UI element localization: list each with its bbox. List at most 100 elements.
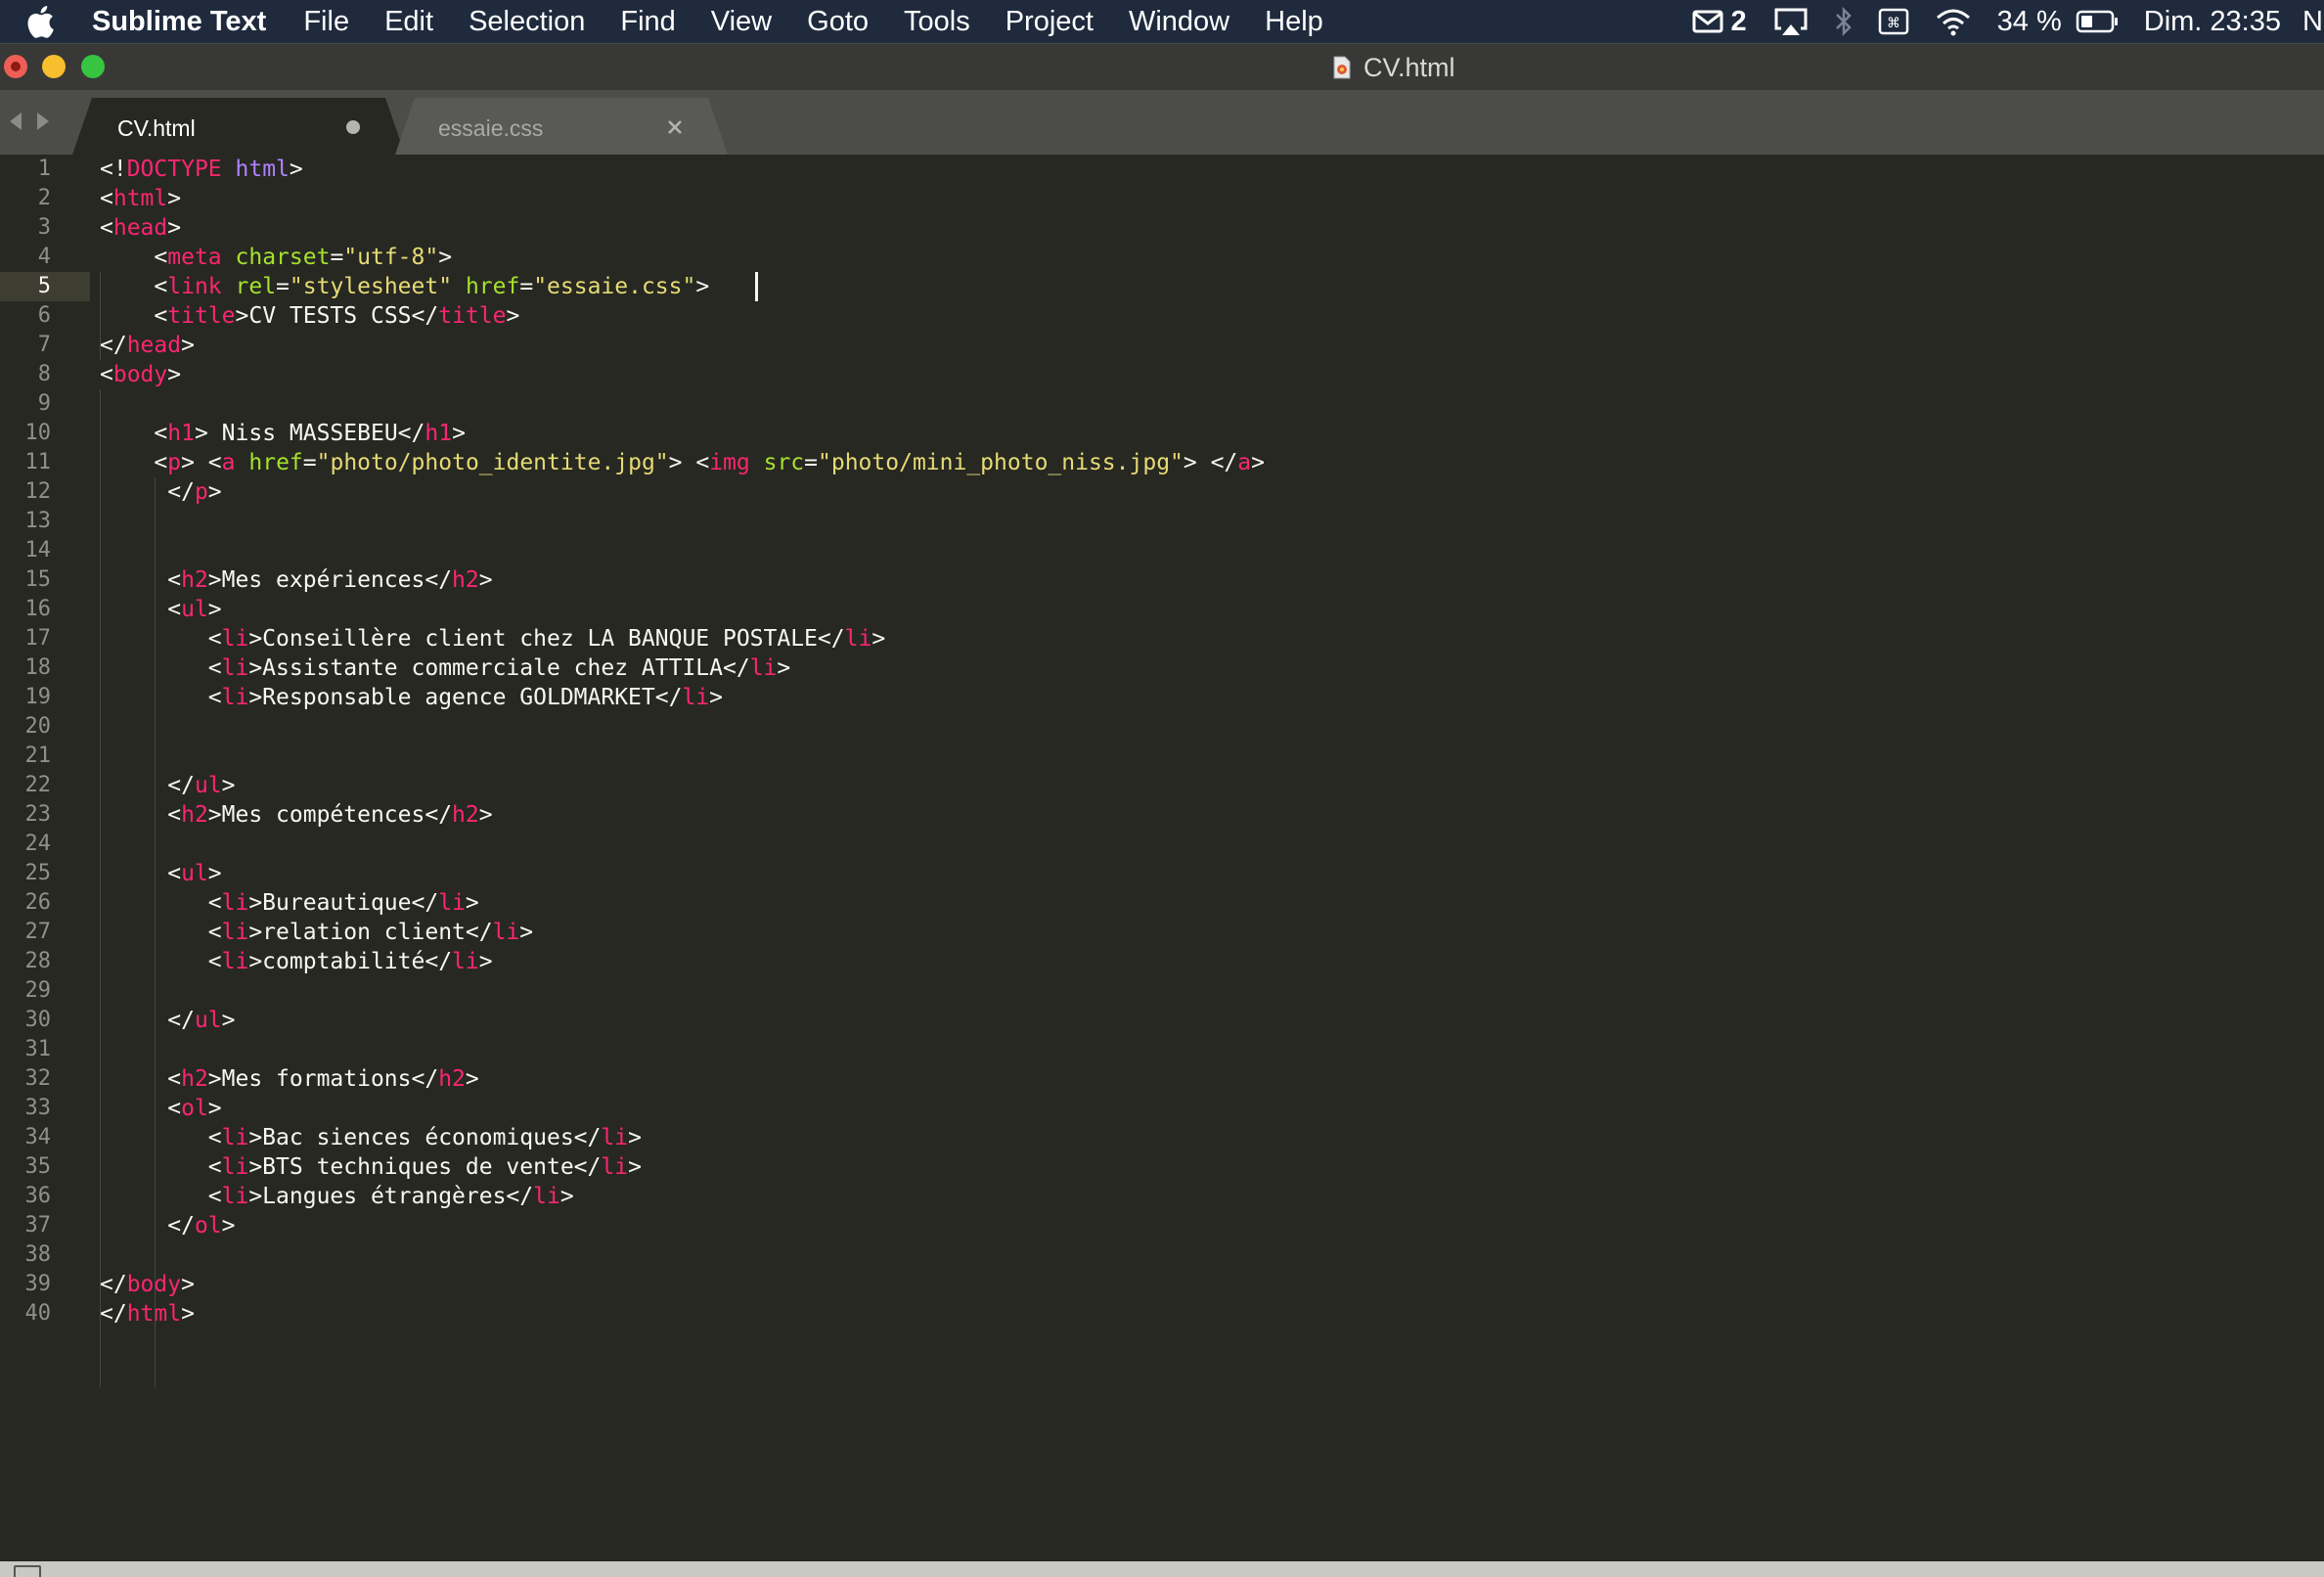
forward-arrow-icon[interactable] xyxy=(35,112,51,131)
apple-icon[interactable] xyxy=(25,5,55,38)
line-number[interactable]: 32 xyxy=(0,1064,90,1094)
close-tab-icon[interactable] xyxy=(667,119,683,135)
line-number[interactable]: 8 xyxy=(0,360,90,389)
battery-icon[interactable] xyxy=(2076,9,2119,34)
line-number[interactable]: 22 xyxy=(0,771,90,800)
menu-tools[interactable]: Tools xyxy=(904,6,970,38)
window-zoom-button[interactable] xyxy=(81,55,105,78)
airplay-icon[interactable] xyxy=(1772,7,1810,36)
panel-toggle-icon[interactable] xyxy=(14,1565,41,1577)
line-number[interactable]: 2 xyxy=(0,184,90,213)
code-line[interactable]: <h2>Mes formations</h2> xyxy=(100,1064,1265,1094)
line-number[interactable]: 15 xyxy=(0,565,90,595)
bluetooth-icon[interactable] xyxy=(1835,7,1853,36)
keyboard-icon[interactable]: ⌘ xyxy=(1878,8,1909,35)
code-line[interactable] xyxy=(100,830,1265,859)
menu-goto[interactable]: Goto xyxy=(807,6,869,38)
line-number[interactable]: 23 xyxy=(0,800,90,830)
line-number[interactable]: 16 xyxy=(0,595,90,624)
unsaved-dot-icon[interactable] xyxy=(346,120,360,134)
battery-percent[interactable]: 34 % xyxy=(1997,6,2062,38)
line-number[interactable]: 25 xyxy=(0,859,90,888)
line-number[interactable]: 3 xyxy=(0,213,90,243)
code-line[interactable] xyxy=(100,976,1265,1006)
line-number[interactable]: 35 xyxy=(0,1152,90,1182)
menu-edit[interactable]: Edit xyxy=(384,6,433,38)
menu-app-name[interactable]: Sublime Text xyxy=(92,6,266,38)
code-line[interactable]: <li>Langues étrangères</li> xyxy=(100,1182,1265,1211)
menu-window[interactable]: Window xyxy=(1129,6,1229,38)
code-line[interactable]: <li>Bac siences économiques</li> xyxy=(100,1123,1265,1152)
line-number[interactable]: 12 xyxy=(0,477,90,507)
mail-status[interactable]: 2 xyxy=(1692,6,1747,38)
menu-project[interactable]: Project xyxy=(1006,6,1094,38)
code-line[interactable] xyxy=(100,507,1265,536)
code-line[interactable] xyxy=(100,1240,1265,1270)
line-number[interactable]: 33 xyxy=(0,1094,90,1123)
line-number[interactable]: 38 xyxy=(0,1240,90,1270)
line-number[interactable]: 5 xyxy=(0,272,90,301)
line-number[interactable]: 40 xyxy=(0,1299,90,1329)
code-line[interactable]: <!DOCTYPE html> xyxy=(100,155,1265,184)
code-line[interactable]: <li>BTS techniques de vente</li> xyxy=(100,1152,1265,1182)
code-line[interactable] xyxy=(100,712,1265,742)
line-number[interactable]: 4 xyxy=(0,243,90,272)
line-number[interactable]: 13 xyxy=(0,507,90,536)
code-line[interactable]: <ul> xyxy=(100,595,1265,624)
line-number[interactable]: 36 xyxy=(0,1182,90,1211)
line-number[interactable]: 18 xyxy=(0,653,90,683)
code-line[interactable]: <li>comptabilité</li> xyxy=(100,947,1265,976)
code-line[interactable]: <link rel="stylesheet" href="essaie.css"… xyxy=(100,272,1265,301)
code-line[interactable]: <html> xyxy=(100,184,1265,213)
code-line[interactable]: <h2>Mes expériences</h2> xyxy=(100,565,1265,595)
line-number[interactable]: 31 xyxy=(0,1035,90,1064)
code-line[interactable] xyxy=(100,389,1265,419)
line-number[interactable]: 28 xyxy=(0,947,90,976)
line-number[interactable]: 27 xyxy=(0,918,90,947)
code-line[interactable]: </html> xyxy=(100,1299,1265,1329)
code-editor[interactable]: 1 2 3 4 5 6 7 8 9 10 11 12 13 14 15 16 17 18 19 20 21 22 23 24 2… xyxy=(0,155,2324,1561)
menu-find[interactable]: Find xyxy=(620,6,675,38)
menu-view[interactable]: View xyxy=(711,6,772,38)
tab-essaie-css[interactable]: essaie.css xyxy=(395,98,728,155)
wifi-icon[interactable] xyxy=(1935,7,1972,36)
code-line[interactable]: <h1> Niss MASSEBEU</h1> xyxy=(100,419,1265,448)
line-number[interactable]: 14 xyxy=(0,536,90,565)
line-number[interactable]: 6 xyxy=(0,301,90,331)
line-number[interactable]: 34 xyxy=(0,1123,90,1152)
line-number[interactable]: 30 xyxy=(0,1006,90,1035)
code-line[interactable]: <title>CV TESTS CSS</title> xyxy=(100,301,1265,331)
code-line[interactable]: </ol> xyxy=(100,1211,1265,1240)
code-line[interactable] xyxy=(100,742,1265,771)
code-line[interactable]: <h2>Mes compétences</h2> xyxy=(100,800,1265,830)
code-line[interactable]: <ol> xyxy=(100,1094,1265,1123)
code-line[interactable]: <ul> xyxy=(100,859,1265,888)
line-number[interactable]: 21 xyxy=(0,742,90,771)
line-number[interactable]: 26 xyxy=(0,888,90,918)
code-line[interactable]: <body> xyxy=(100,360,1265,389)
code-line[interactable] xyxy=(100,536,1265,565)
code-line[interactable]: <li>Assistante commerciale chez ATTILA</… xyxy=(100,653,1265,683)
window-close-button[interactable] xyxy=(4,55,27,78)
line-number[interactable]: 17 xyxy=(0,624,90,653)
line-number[interactable]: 24 xyxy=(0,830,90,859)
clock[interactable]: Dim. 23:35 xyxy=(2144,6,2281,38)
menu-selection[interactable]: Selection xyxy=(469,6,585,38)
line-number[interactable]: 10 xyxy=(0,419,90,448)
tab-cv-html[interactable]: CV.html xyxy=(72,98,405,155)
code-line[interactable]: <li>Bureautique</li> xyxy=(100,888,1265,918)
line-number[interactable]: 37 xyxy=(0,1211,90,1240)
code-line[interactable]: <p> <a href="photo/photo_identite.jpg"> … xyxy=(100,448,1265,477)
code-line[interactable] xyxy=(100,1035,1265,1064)
code-line[interactable]: </head> xyxy=(100,331,1265,360)
line-number[interactable]: 1 xyxy=(0,155,90,184)
code-line[interactable]: <li>relation client</li> xyxy=(100,918,1265,947)
line-number[interactable]: 9 xyxy=(0,389,90,419)
line-number[interactable]: 29 xyxy=(0,976,90,1006)
window-minimize-button[interactable] xyxy=(42,55,66,78)
user-name[interactable]: Ni xyxy=(2302,6,2324,38)
code-area[interactable]: <!DOCTYPE html> <html> <head> <meta charse… xyxy=(100,155,1265,1329)
menu-file[interactable]: File xyxy=(303,6,349,38)
back-arrow-icon[interactable] xyxy=(8,112,23,131)
line-number[interactable]: 19 xyxy=(0,683,90,712)
